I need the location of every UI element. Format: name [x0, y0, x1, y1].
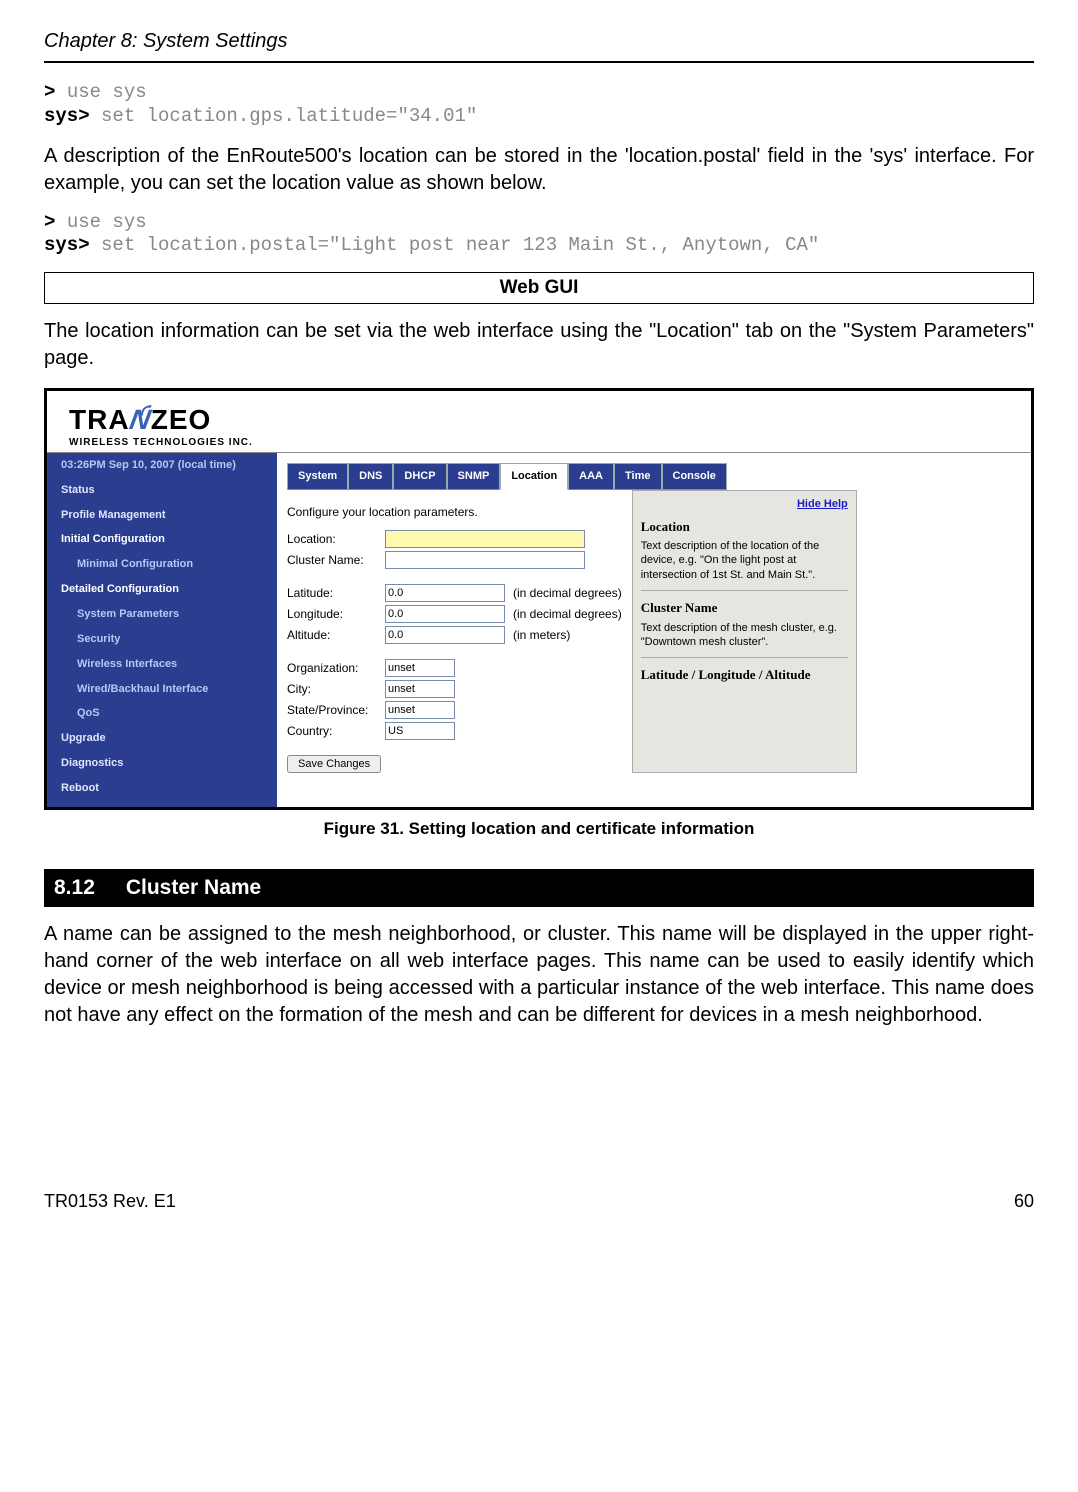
cli-block-1b: sys> set location.gps.latitude="34.01"	[44, 105, 1034, 129]
help-heading-location: Location	[641, 518, 848, 536]
footer-page-number: 60	[1014, 1189, 1034, 1213]
sidebar-time: 03:26PM Sep 10, 2007 (local time)	[47, 453, 277, 478]
section-title: Cluster Name	[126, 876, 261, 899]
altitude-label: Altitude:	[287, 627, 385, 643]
brand-logo: TRA NZEO	[69, 401, 211, 439]
altitude-input[interactable]	[385, 626, 505, 644]
cli-gt: >	[44, 211, 55, 233]
cli-block-1: > use sys	[44, 81, 1034, 105]
sidebar-heading-initial: Initial Configuration	[47, 527, 277, 552]
brand-text-pre: TRA	[69, 401, 130, 439]
cli-use: use sys	[67, 211, 147, 233]
help-text-location: Text description of the location of the …	[641, 539, 848, 582]
cli-block-2: > use sys	[44, 211, 1034, 235]
city-input[interactable]	[385, 680, 455, 698]
alt-hint: (in meters)	[513, 627, 570, 643]
para-cluster-name: A name can be assigned to the mesh neigh…	[44, 921, 1034, 1029]
help-divider	[641, 590, 848, 591]
sidebar-nav: 03:26PM Sep 10, 2007 (local time) Status…	[47, 453, 277, 807]
sidebar-item-diagnostics[interactable]: Diagnostics	[47, 751, 277, 776]
cli-prompt: sys>	[44, 105, 90, 127]
cluster-input[interactable]	[385, 551, 585, 569]
sidebar-item-reboot[interactable]: Reboot	[47, 776, 277, 801]
footer-doc-id: TR0153 Rev. E1	[44, 1189, 176, 1213]
tabs-row: System DNS DHCP SNMP Location AAA Time C…	[287, 463, 1031, 490]
sidebar-item-wired[interactable]: Wired/Backhaul Interface	[47, 677, 277, 702]
page-footer: TR0153 Rev. E1 60	[44, 1189, 1034, 1213]
web-gui-heading: Web GUI	[44, 272, 1034, 304]
tab-aaa[interactable]: AAA	[568, 463, 614, 490]
brand-header: TRA NZEO WIRELESS TECHNOLOGIES INC.	[47, 391, 1031, 452]
help-heading-latlon: Latitude / Longitude / Altitude	[641, 666, 848, 684]
sidebar-item-qos[interactable]: QoS	[47, 701, 277, 726]
latitude-label: Latitude:	[287, 585, 385, 601]
screenshot-figure: TRA NZEO WIRELESS TECHNOLOGIES INC. 03:2…	[44, 388, 1034, 810]
location-label: Location:	[287, 531, 385, 547]
sidebar-item-profile[interactable]: Profile Management	[47, 503, 277, 528]
para-location-postal: A description of the EnRoute500's locati…	[44, 143, 1034, 197]
tab-dhcp[interactable]: DHCP	[393, 463, 446, 490]
help-divider	[641, 657, 848, 658]
figure-caption: Figure 31. Setting location and certific…	[44, 818, 1034, 841]
country-input[interactable]	[385, 722, 455, 740]
section-number: 8.12	[54, 874, 120, 902]
cli-use: use sys	[67, 81, 147, 103]
sidebar-item-minimal[interactable]: Minimal Configuration	[47, 552, 277, 577]
main-panel: System DNS DHCP SNMP Location AAA Time C…	[277, 453, 1031, 807]
tab-dns[interactable]: DNS	[348, 463, 393, 490]
sidebar-item-wireless[interactable]: Wireless Interfaces	[47, 652, 277, 677]
help-text-cluster: Text description of the mesh cluster, e.…	[641, 621, 848, 650]
state-input[interactable]	[385, 701, 455, 719]
country-label: Country:	[287, 723, 385, 739]
tab-snmp[interactable]: SNMP	[447, 463, 501, 490]
cli-gt: >	[44, 81, 55, 103]
form-area: Configure your location parameters. Loca…	[287, 490, 622, 773]
city-label: City:	[287, 681, 385, 697]
cluster-label: Cluster Name:	[287, 552, 385, 568]
lat-hint: (in decimal degrees)	[513, 585, 622, 601]
sidebar-heading-detailed: Detailed Configuration	[47, 577, 277, 602]
sidebar-item-status[interactable]: Status	[47, 478, 277, 503]
cli-block-2b: sys> set location.postal="Light post nea…	[44, 234, 1034, 258]
sidebar-item-upgrade[interactable]: Upgrade	[47, 726, 277, 751]
location-input[interactable]	[385, 530, 585, 548]
sidebar-item-security[interactable]: Security	[47, 627, 277, 652]
cli-prompt: sys>	[44, 234, 90, 256]
config-desc: Configure your location parameters.	[287, 504, 622, 520]
org-input[interactable]	[385, 659, 455, 677]
chapter-header: Chapter 8: System Settings	[44, 28, 1034, 63]
brand-text-post: ZEO	[151, 401, 212, 439]
longitude-input[interactable]	[385, 605, 505, 623]
save-changes-button[interactable]: Save Changes	[287, 755, 381, 773]
hide-help-link[interactable]: Hide Help	[641, 497, 848, 512]
cli-cmd: set location.postal="Light post near 123…	[101, 234, 819, 256]
section-heading-bar: 8.12 Cluster Name	[44, 869, 1034, 907]
tab-time[interactable]: Time	[614, 463, 661, 490]
longitude-label: Longitude:	[287, 606, 385, 622]
tab-console[interactable]: Console	[662, 463, 727, 490]
latitude-input[interactable]	[385, 584, 505, 602]
help-panel: Hide Help Location Text description of t…	[632, 490, 857, 773]
help-heading-cluster: Cluster Name	[641, 599, 848, 617]
cli-cmd: set location.gps.latitude="34.01"	[101, 105, 477, 127]
sidebar-item-sysparams[interactable]: System Parameters	[47, 602, 277, 627]
org-label: Organization:	[287, 660, 385, 676]
state-label: State/Province:	[287, 702, 385, 718]
para-webgui: The location information can be set via …	[44, 318, 1034, 372]
lon-hint: (in decimal degrees)	[513, 606, 622, 622]
brand-tagline: WIRELESS TECHNOLOGIES INC.	[69, 436, 1031, 450]
tab-system[interactable]: System	[287, 463, 348, 490]
tab-location[interactable]: Location	[500, 463, 568, 490]
